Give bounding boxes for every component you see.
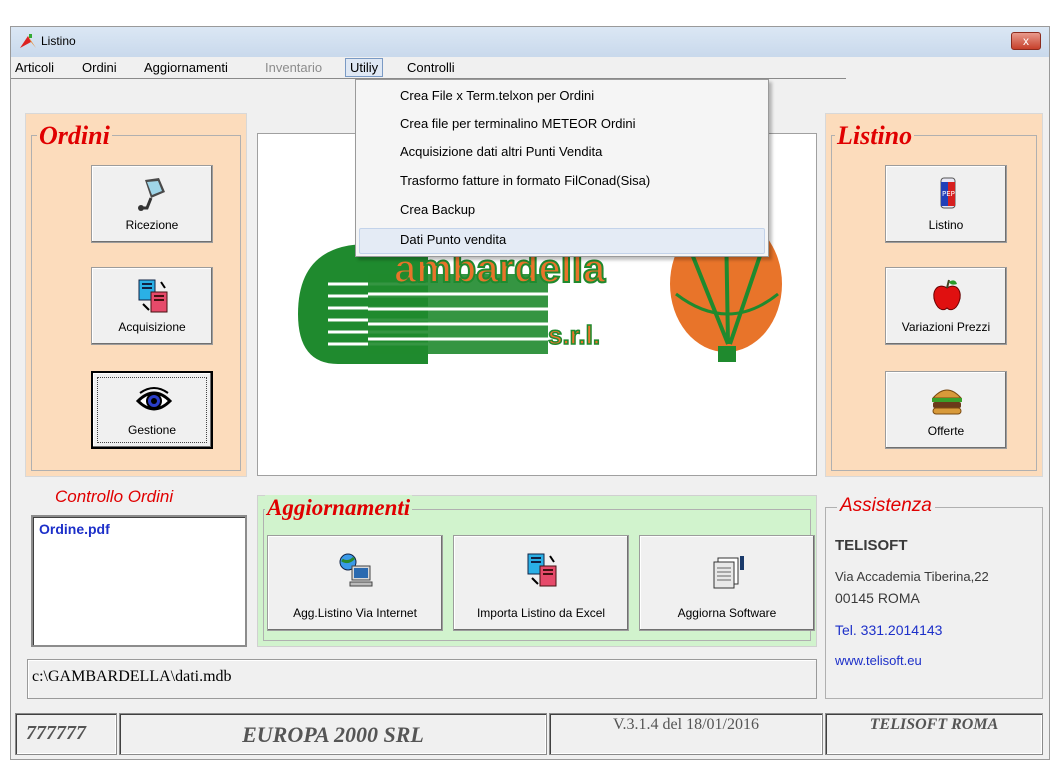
listino-button[interactable]: PEP Listino (885, 165, 1007, 243)
app-logo-icon (20, 34, 36, 48)
acquisizione-button[interactable]: Acquisizione (91, 267, 213, 345)
computer-globe-icon (339, 553, 373, 587)
aggiornamenti-title: Aggiornamenti (265, 495, 413, 521)
app-window: Listino x Articoli Ordini Aggiornamenti … (10, 26, 1050, 760)
eye-icon (135, 387, 173, 411)
controllo-ordini-list[interactable]: Ordine.pdf (31, 515, 247, 647)
menu-inventario: Inventario (265, 60, 323, 75)
gestione-button[interactable]: Gestione (91, 371, 213, 449)
logo-suffix: s.r.l. (548, 320, 600, 350)
acquisizione-label: Acquisizione (118, 320, 186, 334)
menu-utiliy[interactable]: Utiliy (345, 58, 384, 77)
assistenza-city: 00145 ROMA (835, 590, 920, 606)
menu-ordini[interactable]: Ordini (82, 60, 117, 75)
aggiorna-software-button[interactable]: Aggiorna Software (639, 535, 815, 631)
utiliy-dropdown: Crea File x Term.telxon per Ordini Crea … (355, 79, 769, 257)
burger-icon (931, 389, 963, 415)
menu-item-meteor[interactable]: Crea file per terminalino METEOR Ordini (400, 116, 636, 131)
svg-text:PEP: PEP (942, 190, 955, 198)
assistenza-title: Assistenza (837, 495, 935, 517)
status-code: 777777 (15, 713, 117, 755)
soda-can-icon: PEP (940, 177, 956, 209)
close-button[interactable]: x (1011, 32, 1041, 50)
gestione-label: Gestione (127, 423, 177, 437)
ricezione-label: Ricezione (125, 218, 179, 232)
listino-title: Listino (835, 121, 915, 151)
aggiorna-software-label: Aggiorna Software (677, 606, 777, 620)
assistenza-company: TELISOFT (835, 537, 908, 554)
variazioni-prezzi-button[interactable]: Variazioni Prezzi (885, 267, 1007, 345)
menu-controlli[interactable]: Controlli (407, 60, 455, 75)
menu-item-term-telxon[interactable]: Crea File x Term.telxon per Ordini (400, 88, 594, 103)
assistenza-web-link[interactable]: www.telisoft.eu (835, 653, 922, 668)
menu-item-trasformo-fatture[interactable]: Trasformo fatture in formato FilConad(Si… (400, 173, 650, 188)
database-path: c:\GAMBARDELLA\dati.mdb (27, 659, 817, 699)
menu-aggiornamenti[interactable]: Aggiornamenti (144, 60, 228, 75)
document-stack-icon (713, 556, 744, 589)
menu-bar: Articoli Ordini Aggiornamenti Inventario… (11, 57, 846, 79)
assistenza-address: Via Accademia Tiberina,22 (835, 569, 989, 584)
ricezione-button[interactable]: Ricezione (91, 165, 213, 243)
list-item[interactable]: Ordine.pdf (39, 521, 110, 537)
copy-files-icon (527, 553, 557, 587)
apple-icon (933, 279, 961, 311)
agg-listino-internet-button[interactable]: Agg.Listino Via Internet (267, 535, 443, 631)
assistenza-phone: Tel. 331.2014143 (835, 622, 943, 638)
menu-item-acquisizione-punti-vendita[interactable]: Acquisizione dati altri Punti Vendita (400, 144, 602, 159)
offerte-button[interactable]: Offerte (885, 371, 1007, 449)
status-version: V.3.1.4 del 18/01/2016 (549, 713, 823, 755)
status-company: EUROPA 2000 SRL (119, 713, 547, 755)
variazioni-prezzi-label: Variazioni Prezzi (901, 320, 991, 334)
importa-listino-excel-label: Importa Listino da Excel (476, 606, 606, 620)
menu-item-crea-backup[interactable]: Crea Backup (400, 202, 475, 217)
menu-item-dati-punto-vendita[interactable]: Dati Punto vendita (400, 232, 506, 247)
scanner-icon (138, 178, 165, 211)
window-title: Listino (41, 34, 76, 48)
importa-listino-excel-button[interactable]: Importa Listino da Excel (453, 535, 629, 631)
agg-listino-internet-label: Agg.Listino Via Internet (293, 606, 417, 620)
menu-articoli[interactable]: Articoli (15, 60, 54, 75)
status-vendor: TELISOFT ROMA (825, 713, 1043, 755)
ordini-title: Ordini (37, 121, 112, 151)
offerte-label: Offerte (927, 424, 965, 438)
copy-files-icon (138, 279, 168, 313)
controllo-ordini-title: Controllo Ordini (55, 487, 174, 506)
listino-label: Listino (928, 218, 964, 232)
title-bar: Listino x (11, 27, 1049, 57)
